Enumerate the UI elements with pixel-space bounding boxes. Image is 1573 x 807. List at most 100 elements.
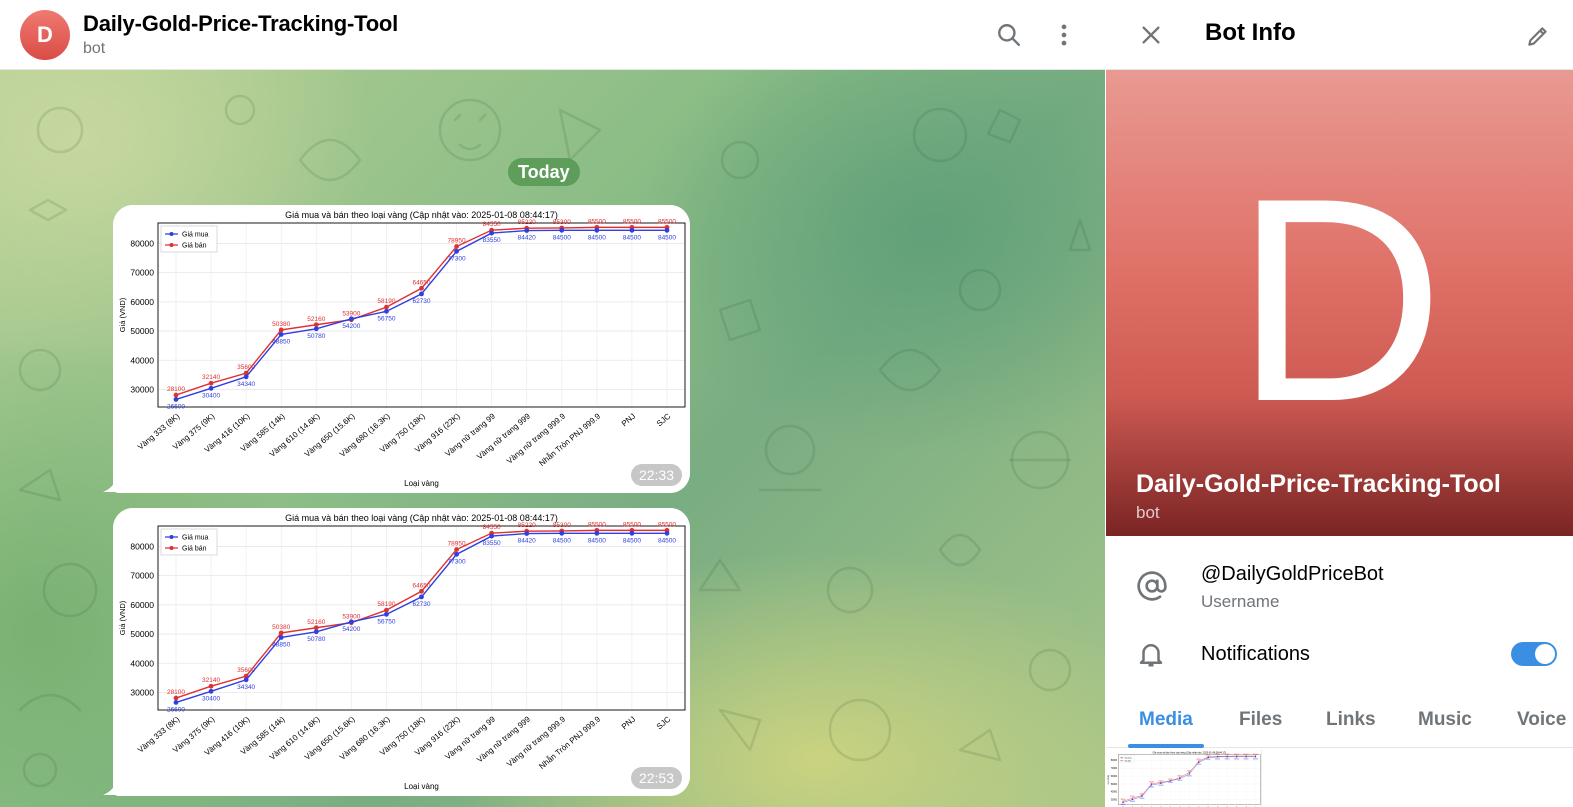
media-tabs: Media Files Links Music Voice [1106,700,1573,748]
data-label: 84550 [483,221,501,228]
notifications-row[interactable]: Notifications [1106,630,1573,678]
message-bubble[interactable]: Giá mua và bán theo loại vàng (Cập nhật … [113,508,690,796]
data-point [243,374,249,380]
data-point [384,611,389,617]
data-point [419,285,424,291]
data-point [594,227,600,233]
data-label: 28100 [1121,799,1126,801]
chat-subtitle: bot [83,40,106,57]
profile-hero[interactable]: D Daily-Gold-Price-Tracking-Tool bot [1106,70,1573,536]
notifications-toggle[interactable] [1511,642,1557,666]
data-point [559,530,565,536]
y-tick-label: 70000 [130,571,154,581]
close-button[interactable] [1136,20,1166,50]
data-point [208,683,214,689]
data-label: 56750 [377,315,395,322]
profile-subtitle: bot [1136,503,1160,522]
data-point [348,619,354,625]
data-point [313,326,319,332]
x-axis-label: Loại vàng [404,479,439,488]
data-label: 78950 [448,238,466,245]
y-tick-label: 60000 [1111,776,1118,778]
date-separator: Today [508,158,580,186]
data-label: 84420 [518,538,536,545]
edit-button[interactable] [1522,20,1554,52]
data-point [524,531,530,536]
data-label: 85500 [658,521,676,528]
data-label: 77300 [448,255,466,262]
gold-price-chart-image[interactable]: Giá mua và bán theo loại vàng (Cập nhật … [113,205,690,493]
search-button[interactable] [991,17,1027,53]
data-label: 52160 [307,619,325,626]
data-label: 85500 [658,218,676,225]
data-label: 30400 [1130,801,1135,803]
gold-price-chart-image[interactable]: Giá mua và bán theo loại vàng (Cập nhật … [113,508,690,796]
tab-voice[interactable]: Voice [1517,709,1566,731]
y-tick-label: 70000 [130,268,154,278]
y-tick-label: 60000 [130,297,154,307]
legend-label: Giá bán [1125,760,1132,762]
message-time: 22:33 [630,464,682,486]
data-label: 54200 [1168,782,1173,784]
y-tick-label: 80000 [130,238,154,248]
tab-links[interactable]: Links [1326,709,1376,731]
data-point [313,629,319,635]
data-label: 50380 [272,321,290,328]
data-label: 54200 [342,323,360,330]
data-point [1254,756,1257,758]
data-label: 85300 [553,219,571,226]
data-point [489,230,495,236]
data-label: 28100 [167,689,185,696]
data-label: 48850 [272,338,290,345]
data-point [173,700,179,705]
data-label: 30400 [202,695,220,702]
data-point [348,316,354,322]
data-label: 50380 [272,624,290,631]
chat-header: D Daily-Gold-Price-Tracking-Tool bot [0,0,1105,70]
data-label: 83550 [1206,759,1211,761]
data-point [384,607,389,613]
chat-panel: D Daily-Gold-Price-Tracking-Tool bot Tod… [0,0,1105,807]
tab-files[interactable]: Files [1239,709,1282,731]
data-label: 85500 [623,521,641,528]
tab-music[interactable]: Music [1418,709,1472,731]
data-label: 30400 [202,392,220,399]
username-value: @DailyGoldPriceBot [1201,563,1384,585]
data-label: 84500 [1225,758,1230,760]
y-tick-label: 50000 [1111,784,1118,786]
data-point [629,530,635,536]
data-label: 85220 [518,522,536,529]
data-point [559,227,565,233]
data-label: 58190 [377,298,395,305]
profile-name: Daily-Gold-Price-Tracking-Tool [1136,470,1501,498]
y-tick-label: 40000 [130,355,154,365]
data-label: 77300 [1196,764,1201,766]
data-label: 50380 [1149,782,1154,784]
data-label: 84420 [518,235,536,242]
notifications-label: Notifications [1201,643,1310,665]
data-label: 35600 [237,667,255,674]
more-menu-button[interactable] [1046,17,1082,53]
data-point [1131,798,1134,801]
chat-avatar[interactable]: D [20,9,70,60]
data-label: 84500 [553,537,571,544]
data-label: 84500 [588,537,606,544]
data-label: 85300 [553,522,571,529]
data-label: 32140 [202,677,220,684]
username-row[interactable]: @DailyGoldPriceBot Username [1106,560,1573,624]
legend-label: Giá mua [1125,758,1133,760]
data-label: 34340 [237,381,255,388]
data-point [278,327,284,333]
tab-media[interactable]: Media [1139,709,1193,731]
message-bubble[interactable]: Giá mua và bán theo loại vàng (Cập nhật … [113,205,690,493]
data-point [1160,782,1162,785]
data-label: 83550 [483,540,501,547]
data-point [1179,778,1181,780]
media-thumbnail-chart: Giá mua và bán theo loại vàng (Cập nhật … [1106,750,1261,807]
chat-title-block[interactable]: Daily-Gold-Price-Tracking-Tool bot [83,11,398,58]
media-thumbnail[interactable]: Giá mua và bán theo loại vàng (Cập nhật … [1106,750,1262,807]
chart-group: Giá mua và bán theo loại vàng (Cập nhật … [1106,750,1261,807]
data-point [1235,756,1238,758]
data-label: 52160 [307,316,325,323]
y-tick-label: 30000 [130,384,154,394]
